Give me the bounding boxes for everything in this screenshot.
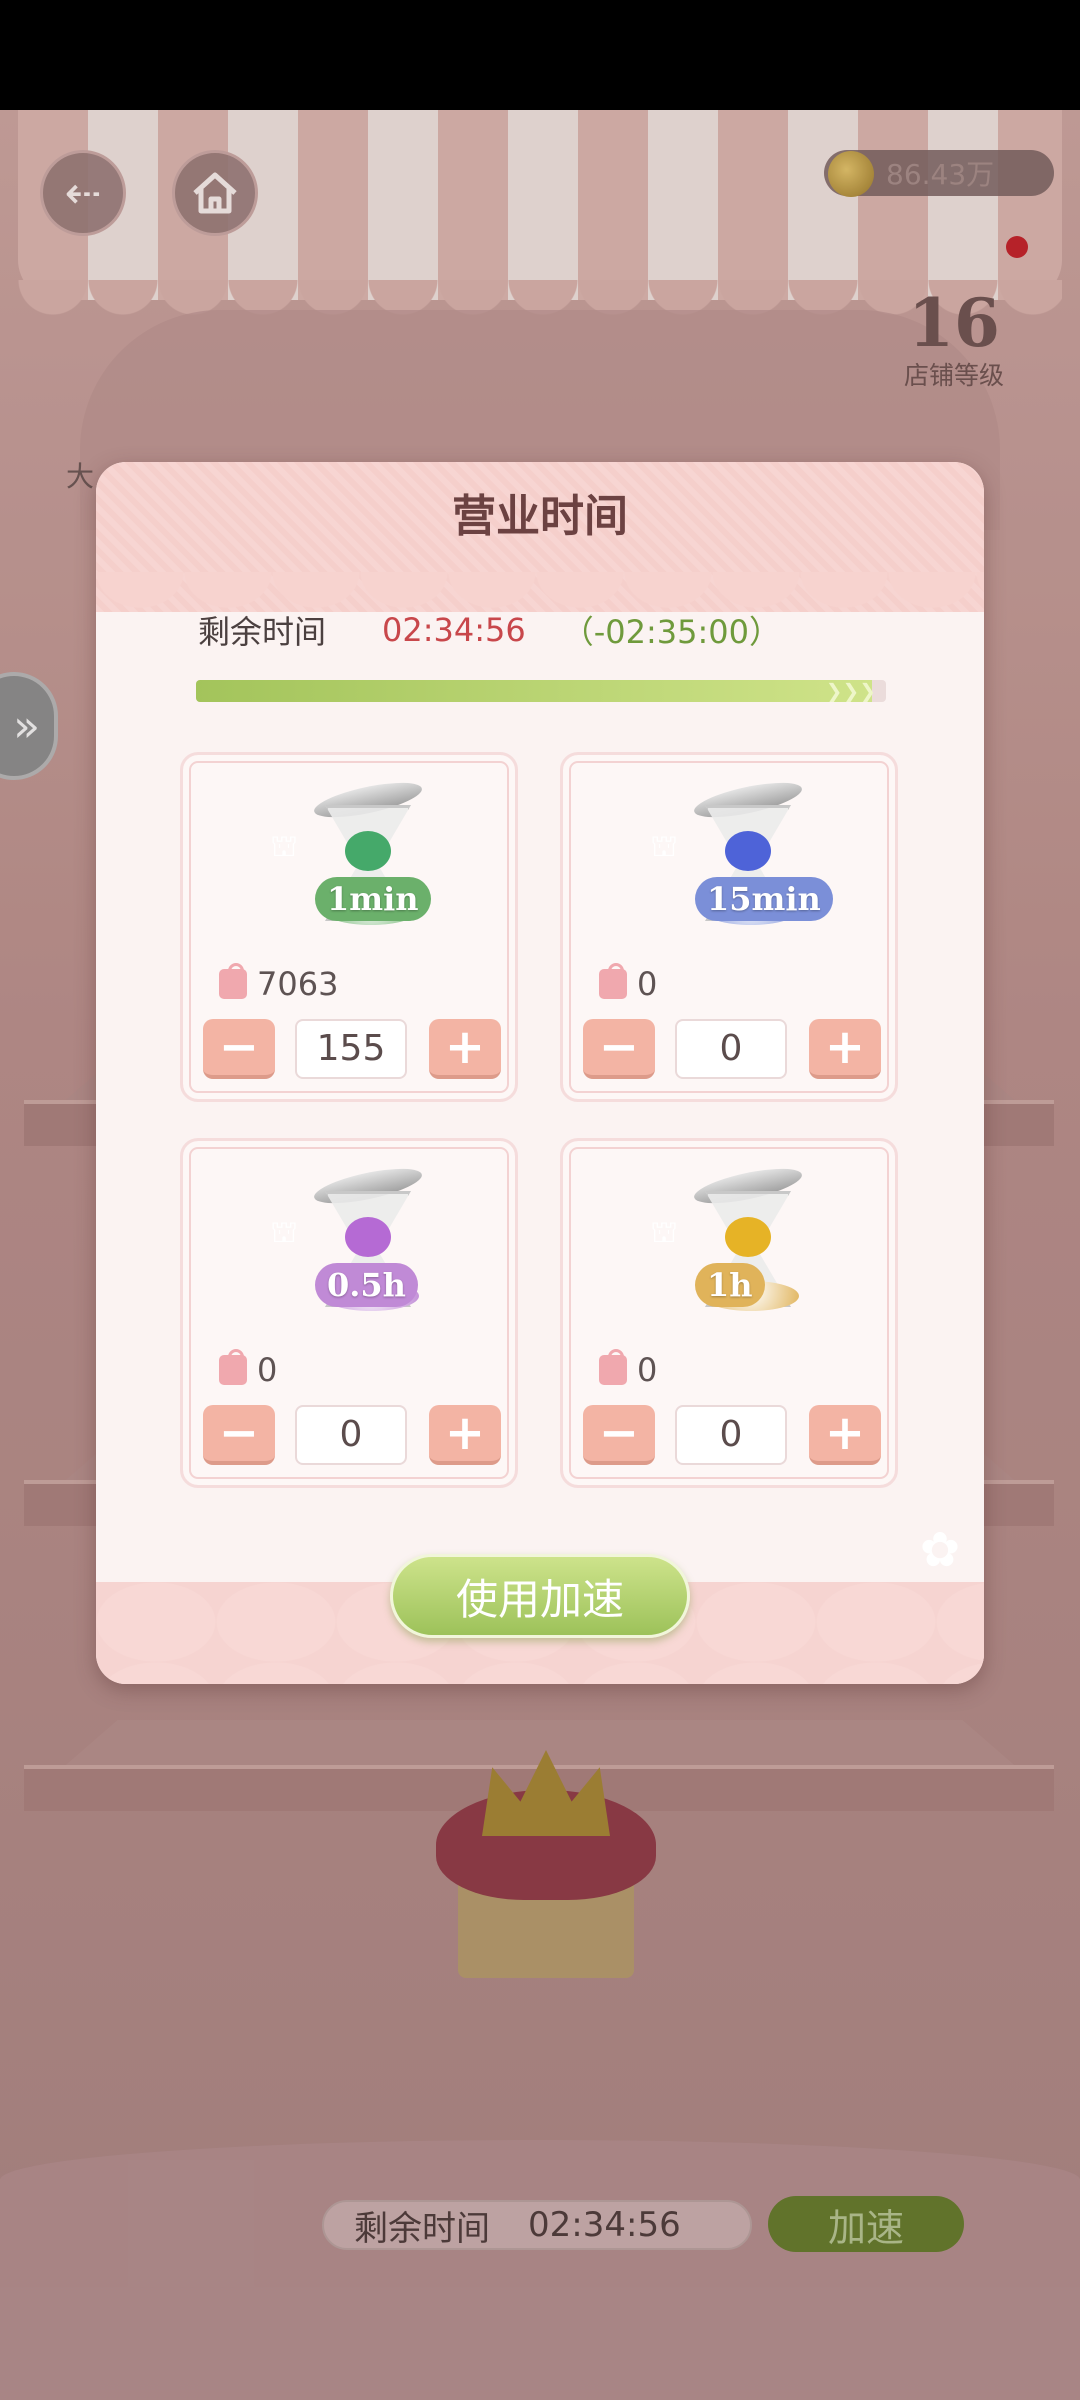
owned-count: 0	[599, 1349, 658, 1389]
increase-button[interactable]: +	[809, 1019, 881, 1079]
speedup-item-card[interactable]: ⛫ 1h 0 − 0 +	[560, 1138, 898, 1488]
remaining-time-row: 剩余时间 02:34:56 （-02:35:00）	[198, 610, 782, 651]
use-speedup-button[interactable]: 使用加速	[390, 1554, 690, 1638]
speedup-item-card[interactable]: ⛫ 15min 0 − 0 +	[560, 752, 898, 1102]
shop-icon: ⛫	[270, 829, 298, 864]
dialog-title: 营业时间	[452, 491, 628, 542]
shop-icon: ⛫	[650, 1215, 678, 1250]
bag-icon	[599, 1349, 627, 1385]
remaining-time-delta: （-02:35:00）	[561, 613, 782, 651]
increase-button[interactable]: +	[429, 1019, 501, 1079]
decrease-button[interactable]: −	[203, 1019, 275, 1079]
hourglass-sand	[345, 1217, 391, 1257]
quantity-input[interactable]: 155	[295, 1019, 407, 1079]
increase-button[interactable]: +	[809, 1405, 881, 1465]
shop-icon: ⛫	[270, 1215, 298, 1250]
duration-tag: 15min	[695, 877, 833, 921]
flower-icon: ✿	[919, 1522, 961, 1578]
owned-count-value: 0	[637, 1351, 658, 1389]
hourglass-sand	[725, 831, 771, 871]
hourglass-sand	[725, 1217, 771, 1257]
remaining-time-progress: ❯❯❯	[196, 680, 886, 702]
decrease-button[interactable]: −	[203, 1405, 275, 1465]
bag-icon	[599, 963, 627, 999]
quantity-input[interactable]: 0	[675, 1405, 787, 1465]
speedup-item-card[interactable]: ⛫ 1min 7063 − 155 +	[180, 752, 518, 1102]
duration-tag: 0.5h	[315, 1263, 418, 1307]
business-hours-dialog: 营业时间 剩余时间 02:34:56 （-02:35:00） ❯❯❯ ⛫ 1mi…	[96, 462, 984, 1684]
hourglass-sand	[345, 831, 391, 871]
duration-tag: 1min	[315, 877, 431, 921]
owned-count-value: 0	[257, 1351, 278, 1389]
quantity-input[interactable]: 0	[295, 1405, 407, 1465]
decrease-button[interactable]: −	[583, 1019, 655, 1079]
owned-count-value: 7063	[257, 965, 339, 1003]
bag-icon	[219, 963, 247, 999]
owned-count: 7063	[219, 963, 339, 1003]
decrease-button[interactable]: −	[583, 1405, 655, 1465]
quantity-input[interactable]: 0	[675, 1019, 787, 1079]
owned-count: 0	[219, 1349, 278, 1389]
progress-fill	[196, 680, 873, 702]
owned-count: 0	[599, 963, 658, 1003]
shop-icon: ⛫	[650, 829, 678, 864]
remaining-time-label: 剩余时间	[198, 613, 327, 651]
duration-tag: 1h	[695, 1263, 765, 1307]
owned-count-value: 0	[637, 965, 658, 1003]
bag-icon	[219, 1349, 247, 1385]
speedup-item-card[interactable]: ⛫ 0.5h 0 − 0 +	[180, 1138, 518, 1488]
increase-button[interactable]: +	[429, 1405, 501, 1465]
progress-arrows: ❯❯❯	[825, 680, 876, 702]
remaining-time-value: 02:34:56	[382, 611, 526, 649]
